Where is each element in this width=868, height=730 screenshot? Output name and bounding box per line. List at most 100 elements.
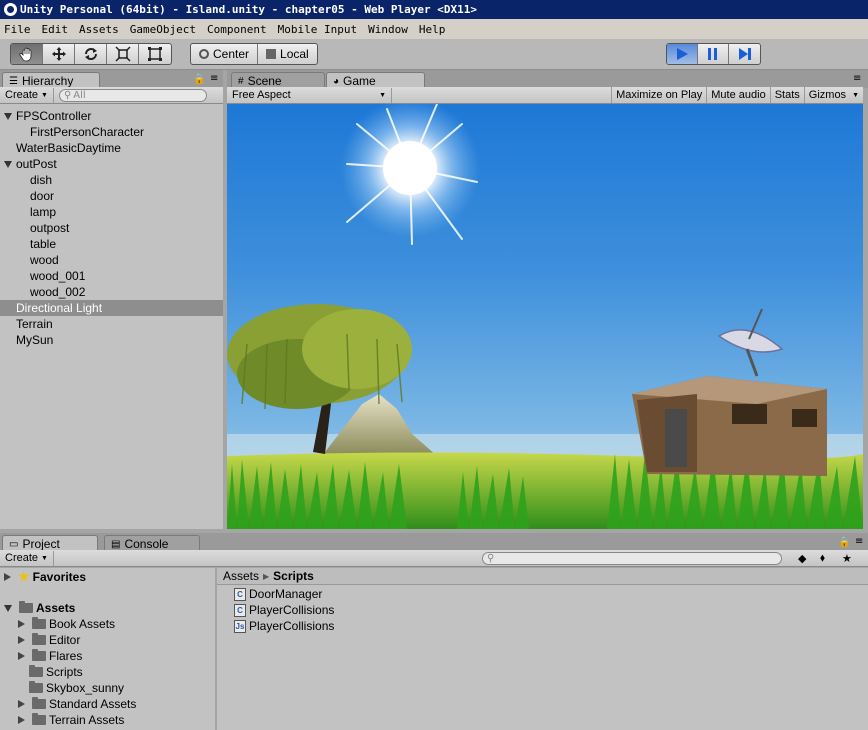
project-folder-tree: ★ Favorites Assets Book Assets Editor Fl… bbox=[0, 568, 215, 730]
expand-arrow-icon[interactable] bbox=[4, 573, 11, 581]
game-toolbar: Free Aspect ▼ Maximize on Play Mute audi… bbox=[227, 87, 863, 104]
folder-scripts[interactable]: Scripts bbox=[29, 664, 83, 680]
hand-tool-button[interactable] bbox=[11, 44, 43, 64]
expand-arrow-icon[interactable] bbox=[18, 636, 25, 644]
menu-edit[interactable]: Edit bbox=[42, 23, 69, 36]
rect-tool-button[interactable] bbox=[139, 44, 171, 64]
favorite-star-icon[interactable]: ★ bbox=[842, 552, 852, 565]
hierarchy-item-label: outpost bbox=[30, 221, 70, 235]
hierarchy-item-mysun[interactable]: MySun bbox=[16, 332, 53, 348]
hierarchy-item-terrain[interactable]: Terrain bbox=[16, 316, 53, 332]
menu-mobile-input[interactable]: Mobile Input bbox=[278, 23, 357, 36]
search-icon: ⚲ bbox=[487, 552, 495, 564]
hierarchy-create-dropdown[interactable]: Create ▼ bbox=[0, 87, 54, 103]
gizmos-dropdown[interactable]: Gizmos ▼ bbox=[803, 87, 863, 103]
expand-arrow-icon[interactable] bbox=[4, 113, 12, 121]
aspect-dropdown[interactable]: Free Aspect ▼ bbox=[227, 87, 392, 103]
hierarchy-item-label: dish bbox=[30, 173, 53, 187]
hierarchy-item-label: door bbox=[30, 189, 55, 203]
project-create-dropdown[interactable]: Create ▼ bbox=[0, 550, 54, 566]
hierarchy-search-input[interactable]: ⚲ All bbox=[58, 88, 207, 102]
hierarchy-item-waterbasicdaytime[interactable]: WaterBasicDaytime bbox=[16, 140, 121, 156]
expand-arrow-icon[interactable] bbox=[4, 161, 12, 169]
pause-button[interactable] bbox=[698, 44, 729, 64]
hierarchy-item-door[interactable]: door bbox=[30, 188, 54, 204]
step-button[interactable] bbox=[729, 44, 760, 64]
panel-menu-icon[interactable]: ≡ bbox=[853, 73, 861, 84]
panel-menu-icon[interactable]: ≡ bbox=[855, 536, 863, 547]
lock-icon[interactable]: 🔒 bbox=[193, 74, 205, 85]
expand-arrow-icon[interactable] bbox=[18, 700, 25, 708]
file-doormanager[interactable]: C DoorManager bbox=[234, 586, 322, 602]
folder-label: Editor bbox=[49, 633, 81, 647]
hierarchy-item-fpscontroller[interactable]: FPSController bbox=[4, 108, 91, 124]
menu-file[interactable]: File bbox=[4, 23, 31, 36]
expand-arrow-icon[interactable] bbox=[18, 716, 25, 724]
menu-gameobject[interactable]: GameObject bbox=[130, 23, 196, 36]
assets-label: Assets bbox=[36, 601, 76, 615]
play-icon bbox=[677, 48, 688, 60]
rotate-tool-button[interactable] bbox=[75, 44, 107, 64]
maximize-on-play-toggle[interactable]: Maximize on Play bbox=[611, 87, 706, 103]
hierarchy-item-dish[interactable]: dish bbox=[30, 172, 52, 188]
pivot-center-button[interactable]: Center bbox=[191, 44, 259, 64]
menu-component[interactable]: Component bbox=[207, 23, 267, 36]
project-toolbar: Create ▼ ⚲ ◆ ⬧ ★ bbox=[0, 550, 868, 567]
pivot-local-button[interactable]: Local bbox=[258, 44, 317, 64]
panel-menu-icon[interactable]: ≡ bbox=[210, 73, 218, 84]
file-label: DoorManager bbox=[249, 587, 323, 601]
folder-editor[interactable]: Editor bbox=[18, 632, 80, 648]
game-viewport[interactable] bbox=[227, 104, 863, 529]
hierarchy-item-directional-light[interactable]: Directional Light bbox=[0, 300, 223, 316]
hierarchy-item-label: table bbox=[30, 237, 57, 251]
favorites-node[interactable]: ★ Favorites bbox=[4, 569, 86, 585]
breadcrumb-scripts[interactable]: Scripts bbox=[273, 569, 314, 583]
folder-icon bbox=[29, 665, 43, 677]
menu-help[interactable]: Help bbox=[419, 23, 446, 36]
dropdown-arrow-icon: ▼ bbox=[852, 91, 859, 99]
hierarchy-item-wood[interactable]: wood bbox=[30, 252, 59, 268]
file-playercollisions-js[interactable]: Js PlayerCollisions bbox=[234, 618, 334, 634]
expand-arrow-icon[interactable] bbox=[18, 620, 25, 628]
expand-arrow-icon[interactable] bbox=[4, 604, 12, 612]
menu-window[interactable]: Window bbox=[368, 23, 408, 36]
stats-label: Stats bbox=[774, 89, 800, 101]
lock-icon[interactable]: 🔒 bbox=[838, 537, 850, 548]
menu-bar: File Edit Assets GameObject Component Mo… bbox=[0, 19, 868, 39]
hierarchy-item-label: lamp bbox=[30, 205, 57, 219]
filter-by-label-icon[interactable]: ⬧ bbox=[820, 551, 825, 565]
menu-assets[interactable]: Assets bbox=[79, 23, 119, 36]
hierarchy-item-wood-002[interactable]: wood_002 bbox=[30, 284, 85, 300]
outpost-building bbox=[632, 308, 827, 476]
folder-skybox-sunny[interactable]: Skybox_sunny bbox=[29, 680, 124, 696]
hierarchy-item-outpost[interactable]: outpost bbox=[30, 220, 69, 236]
hierarchy-item-wood-001[interactable]: wood_001 bbox=[30, 268, 85, 284]
filter-by-type-icon[interactable]: ◆ bbox=[798, 552, 806, 565]
file-label: PlayerCollisions bbox=[249, 619, 335, 633]
play-button[interactable] bbox=[667, 44, 698, 64]
stats-toggle[interactable]: Stats bbox=[769, 87, 804, 103]
hierarchy-create-label: Create bbox=[5, 89, 39, 101]
dropdown-arrow-icon: ▼ bbox=[41, 554, 48, 562]
hierarchy-item-lamp[interactable]: lamp bbox=[30, 204, 56, 220]
folder-terrain-assets[interactable]: Terrain Assets bbox=[18, 712, 124, 728]
move-tool-button[interactable] bbox=[43, 44, 75, 64]
scale-tool-button[interactable] bbox=[107, 44, 139, 64]
hierarchy-search-placeholder: All bbox=[73, 89, 86, 101]
hierarchy-item-outpost-group[interactable]: outPost bbox=[4, 156, 57, 172]
game-scene-render bbox=[227, 104, 863, 529]
file-playercollisions-cs[interactable]: C PlayerCollisions bbox=[234, 602, 334, 618]
hierarchy-item-table[interactable]: table bbox=[30, 236, 56, 252]
folder-book-assets[interactable]: Book Assets bbox=[18, 616, 115, 632]
breadcrumb-assets[interactable]: Assets bbox=[223, 569, 259, 583]
hierarchy-item-firstpersoncharacter[interactable]: FirstPersonCharacter bbox=[30, 124, 144, 140]
scale-icon bbox=[114, 46, 131, 62]
expand-arrow-icon[interactable] bbox=[18, 652, 25, 660]
folder-flares[interactable]: Flares bbox=[18, 648, 82, 664]
assets-node[interactable]: Assets bbox=[4, 600, 75, 616]
project-search-input[interactable]: ⚲ bbox=[482, 551, 782, 565]
folder-label: Terrain Assets bbox=[49, 713, 125, 727]
mute-audio-toggle[interactable]: Mute audio bbox=[706, 87, 769, 103]
aspect-label: Free Aspect bbox=[232, 89, 291, 101]
folder-standard-assets[interactable]: Standard Assets bbox=[18, 696, 136, 712]
